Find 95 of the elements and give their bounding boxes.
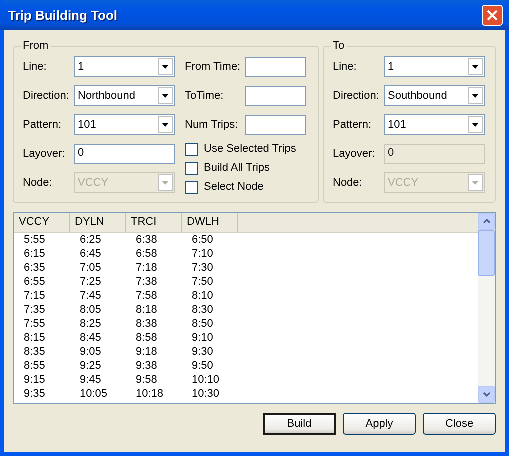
table-cell-text: 10:30 — [191, 387, 221, 401]
dialog-button[interactable]: Close — [423, 413, 496, 435]
table-cell-text: 7:15 — [23, 289, 46, 303]
group-title: From — [22, 40, 50, 52]
table-cell-text: 9:05 — [79, 345, 102, 359]
scrollbar[interactable] — [478, 213, 495, 403]
table-cell-text: 8:55 — [23, 359, 46, 373]
table-cell-text: 7:05 — [79, 261, 102, 275]
table-cell-text: 9:25 — [79, 359, 102, 373]
dropdown[interactable]: 101 — [74, 114, 175, 135]
column-header[interactable]: DYLN — [70, 213, 126, 232]
table-cell-text: 7:55 — [23, 317, 46, 331]
column-header[interactable]: DWLH — [182, 213, 238, 232]
field-label: Line: — [23, 60, 48, 72]
dropdown[interactable]: Southbound — [384, 85, 485, 106]
dropdown[interactable]: Northbound — [74, 85, 175, 106]
input-field[interactable] — [245, 114, 306, 134]
field-label: ToTime: — [185, 90, 225, 102]
table-cell-text: 9:15 — [23, 373, 46, 387]
table-cell-text: 8:35 — [23, 345, 46, 359]
table-cell-text: 8:05 — [79, 303, 102, 317]
table-cell-text: 6:45 — [79, 247, 102, 261]
table-cell-text: 8:45 — [79, 331, 102, 345]
field-label: Direction: — [333, 90, 380, 102]
table-cell-text: 9:38 — [135, 359, 158, 373]
field-label: Pattern: — [333, 118, 373, 130]
dialog-button[interactable]: Build — [263, 413, 336, 435]
checkbox-label: Build All Trips — [204, 162, 270, 174]
table-cell-text: 8:10 — [191, 289, 214, 303]
checkbox-label: Use Selected Trips — [204, 143, 296, 155]
window-title: Trip Building Tool — [8, 8, 118, 22]
field-label: Num Trips: — [185, 118, 240, 130]
table-cell-text: 9:18 — [135, 345, 158, 359]
table-cell-text: 6:35 — [23, 261, 46, 275]
input-field[interactable] — [245, 56, 306, 76]
field-label: Pattern: — [23, 118, 63, 130]
field-label: Line: — [333, 60, 358, 72]
table-cell-text: 7:38 — [135, 275, 158, 289]
table-cell-text: 10:18 — [135, 387, 165, 401]
field-label: Direction: — [23, 90, 70, 102]
table-cell-text: 6:25 — [79, 233, 102, 247]
chevron-up-icon — [482, 219, 490, 224]
table-cell-text: 6:38 — [135, 233, 158, 247]
table-cell-text: 10:10 — [191, 373, 221, 387]
close-button[interactable] — [482, 4, 503, 26]
field-label: Layover: — [23, 148, 66, 160]
table-cell-text: 8:38 — [135, 317, 158, 331]
dropdown[interactable]: 101 — [384, 114, 485, 135]
table-cell-text: 7:45 — [79, 289, 102, 303]
dropdown[interactable]: 1 — [74, 56, 175, 77]
checkbox[interactable] — [185, 142, 198, 156]
table-cell-text: 9:30 — [191, 345, 214, 359]
checkbox[interactable] — [185, 180, 198, 194]
input-field[interactable]: 0 — [74, 144, 175, 164]
table-cell-text: 6:58 — [135, 247, 158, 261]
column-header[interactable]: TRCI — [126, 213, 182, 232]
close-icon — [487, 10, 498, 20]
field-label: Layover: — [333, 148, 376, 160]
scroll-thumb[interactable] — [478, 230, 495, 276]
table-cell-text: 7:58 — [135, 289, 158, 303]
dropdown[interactable]: 1 — [384, 56, 485, 77]
table-cell-text: 5:55 — [23, 233, 46, 247]
chevron-down-icon — [482, 392, 490, 397]
table-cell-text: 8:58 — [135, 331, 158, 345]
table-cell-text: 7:50 — [191, 275, 214, 289]
table-cell-text: 8:30 — [191, 303, 214, 317]
field-label: Node: — [23, 176, 54, 188]
table-cell-text: 7:10 — [191, 247, 214, 261]
table-cell-text: 7:35 — [23, 303, 46, 317]
group-title: To — [332, 40, 346, 52]
table-cell-text: 7:25 — [79, 275, 102, 289]
table-cell-text: 10:05 — [79, 387, 109, 401]
checkbox[interactable] — [185, 162, 198, 174]
field-label: From Time: — [185, 60, 242, 72]
scroll-down-button[interactable] — [478, 386, 495, 403]
table-cell-text: 8:15 — [23, 331, 46, 345]
table-cell-text: 6:50 — [191, 233, 214, 247]
table-cell-text: 8:18 — [135, 303, 158, 317]
input-field[interactable] — [245, 86, 306, 106]
column-header[interactable]: VCCY — [14, 213, 70, 232]
table-cell-text: 6:15 — [23, 247, 46, 261]
scroll-up-button[interactable] — [478, 213, 495, 230]
table-cell-text: 9:58 — [135, 373, 158, 387]
table-cell-text: 9:45 — [79, 373, 102, 387]
table-cell-text: 7:30 — [191, 261, 214, 275]
dialog-button[interactable]: Apply — [343, 413, 416, 435]
table-cell-text: 9:10 — [191, 331, 214, 345]
table-cell-text: 7:18 — [135, 261, 158, 275]
table-cell-text: 9:35 — [23, 387, 46, 401]
table-cell-text: 8:25 — [79, 317, 102, 331]
table-cell-text: 6:55 — [23, 275, 46, 289]
checkbox-label: Select Node — [204, 181, 264, 193]
table-cell-text: 9:50 — [191, 359, 214, 373]
field-label: Node: — [333, 176, 364, 188]
table-cell-text: 8:50 — [191, 317, 214, 331]
